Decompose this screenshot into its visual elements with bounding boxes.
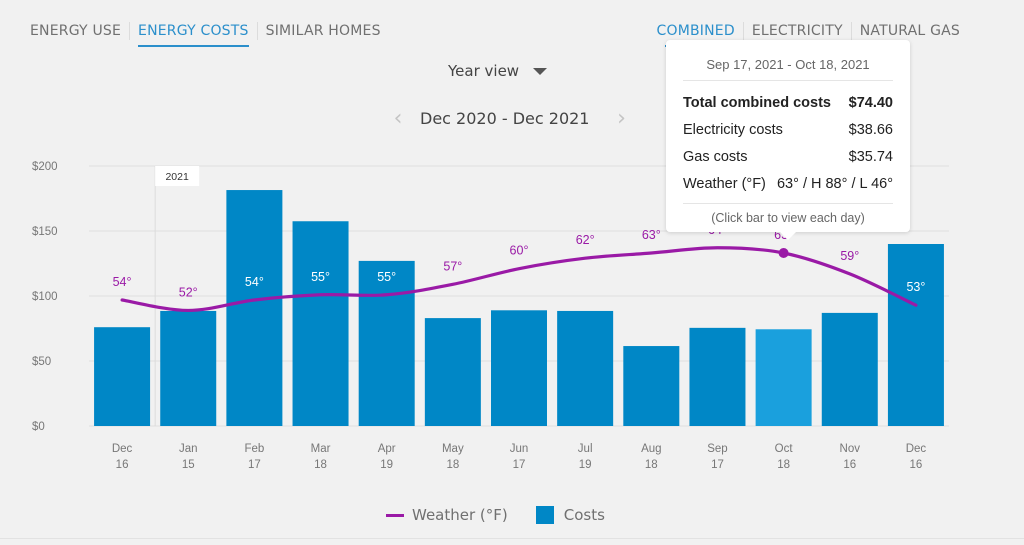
x-tick-days: 17: [711, 459, 724, 471]
bar-tooltip: Sep 17, 2021 - Oct 18, 2021 Total combin…: [666, 40, 910, 240]
weather-label: 53°: [906, 280, 925, 294]
tooltip-value: $38.66: [848, 121, 893, 138]
cost-bar[interactable]: [557, 310, 614, 426]
x-tick-days: 17: [513, 459, 526, 471]
x-tick-month: Jul: [578, 443, 593, 455]
x-tick-month: Nov: [840, 443, 861, 455]
tooltip-label: Weather (°F): [683, 175, 766, 192]
tooltip-footer: (Click bar to view each day): [683, 203, 893, 225]
x-tick-month: Mar: [311, 443, 331, 455]
x-tick-days: 17: [248, 459, 261, 471]
x-tick-month: Oct: [775, 443, 794, 455]
x-tick-month: Aug: [641, 443, 661, 455]
x-tick-month: Sep: [707, 443, 727, 455]
x-tick-month: Dec: [906, 443, 927, 455]
cost-bar[interactable]: [491, 310, 547, 426]
weather-label: 52°: [179, 285, 198, 299]
x-tick-days: 16: [910, 459, 923, 471]
weather-label: 62°: [576, 233, 595, 247]
tooltip-row-weather: Weather (°F) 63° / H 88° / L 46°: [683, 170, 893, 197]
x-tick-month: Apr: [378, 443, 396, 455]
cost-bar[interactable]: [689, 327, 746, 426]
y-tick-label: $150: [32, 226, 58, 238]
x-tick-month: Jun: [510, 443, 529, 455]
tooltip-label: Electricity costs: [683, 121, 783, 138]
x-tick-days: 18: [446, 459, 459, 471]
x-tick-days: 19: [380, 459, 393, 471]
y-tick-label: $0: [32, 421, 45, 433]
cost-bar[interactable]: [160, 310, 217, 426]
cost-bar[interactable]: [94, 327, 151, 426]
cost-bar[interactable]: [358, 260, 415, 426]
legend-costs-swatch: [535, 506, 554, 524]
legend-costs-label: Costs: [563, 506, 605, 524]
legend-weather-swatch: [386, 513, 404, 517]
weather-point-selected: [778, 248, 789, 258]
divider: [0, 538, 1024, 539]
weather-label: 54°: [113, 275, 132, 289]
tooltip-row-total: Total combined costs $74.40: [683, 89, 893, 116]
weather-label: 60°: [510, 244, 529, 258]
tooltip-value: 63° / H 88° / L 46°: [776, 175, 893, 192]
weather-label: 59°: [840, 249, 859, 263]
x-tick-month: Feb: [244, 443, 264, 455]
legend-weather-label: Weather (°F): [412, 506, 508, 524]
x-tick-days: 19: [579, 459, 592, 471]
chart-legend: Weather (°F) Costs: [386, 506, 605, 524]
tooltip-value: $35.74: [848, 148, 893, 165]
cost-bar[interactable]: [226, 190, 283, 426]
x-tick-days: 18: [314, 459, 327, 471]
weather-label: 63°: [642, 228, 661, 242]
weather-label: 55°: [311, 270, 330, 284]
cost-bar[interactable]: [887, 244, 944, 426]
weather-label: 54°: [245, 275, 264, 289]
x-tick-days: 16: [843, 459, 856, 471]
x-tick-days: 15: [182, 459, 195, 471]
cost-bar[interactable]: [755, 329, 812, 426]
x-tick-month: Jan: [179, 443, 198, 455]
x-tick-days: 16: [116, 459, 129, 471]
y-tick-label: $200: [32, 161, 58, 173]
tooltip-value: $74.40: [848, 94, 893, 111]
weather-label: 55°: [377, 270, 396, 284]
cost-bar[interactable]: [424, 318, 481, 426]
x-tick-days: 18: [777, 459, 790, 471]
tooltip-date: Sep 17, 2021 - Oct 18, 2021: [683, 40, 893, 81]
x-tick-month: May: [442, 443, 464, 455]
tooltip-label: Gas costs: [683, 148, 748, 165]
y-tick-label: $100: [32, 291, 58, 303]
tooltip-row-gas: Gas costs $35.74: [683, 143, 893, 170]
weather-label: 57°: [443, 259, 462, 273]
year-marker-label: 2021: [165, 171, 189, 183]
tooltip-label: Total combined costs: [683, 94, 831, 111]
cost-bar[interactable]: [292, 221, 349, 426]
cost-bar[interactable]: [623, 346, 680, 426]
cost-bar[interactable]: [821, 312, 878, 426]
x-tick-days: 18: [645, 459, 658, 471]
x-tick-month: Dec: [112, 443, 133, 455]
y-tick-label: $50: [32, 356, 51, 368]
tooltip-row-electricity: Electricity costs $38.66: [683, 116, 893, 143]
